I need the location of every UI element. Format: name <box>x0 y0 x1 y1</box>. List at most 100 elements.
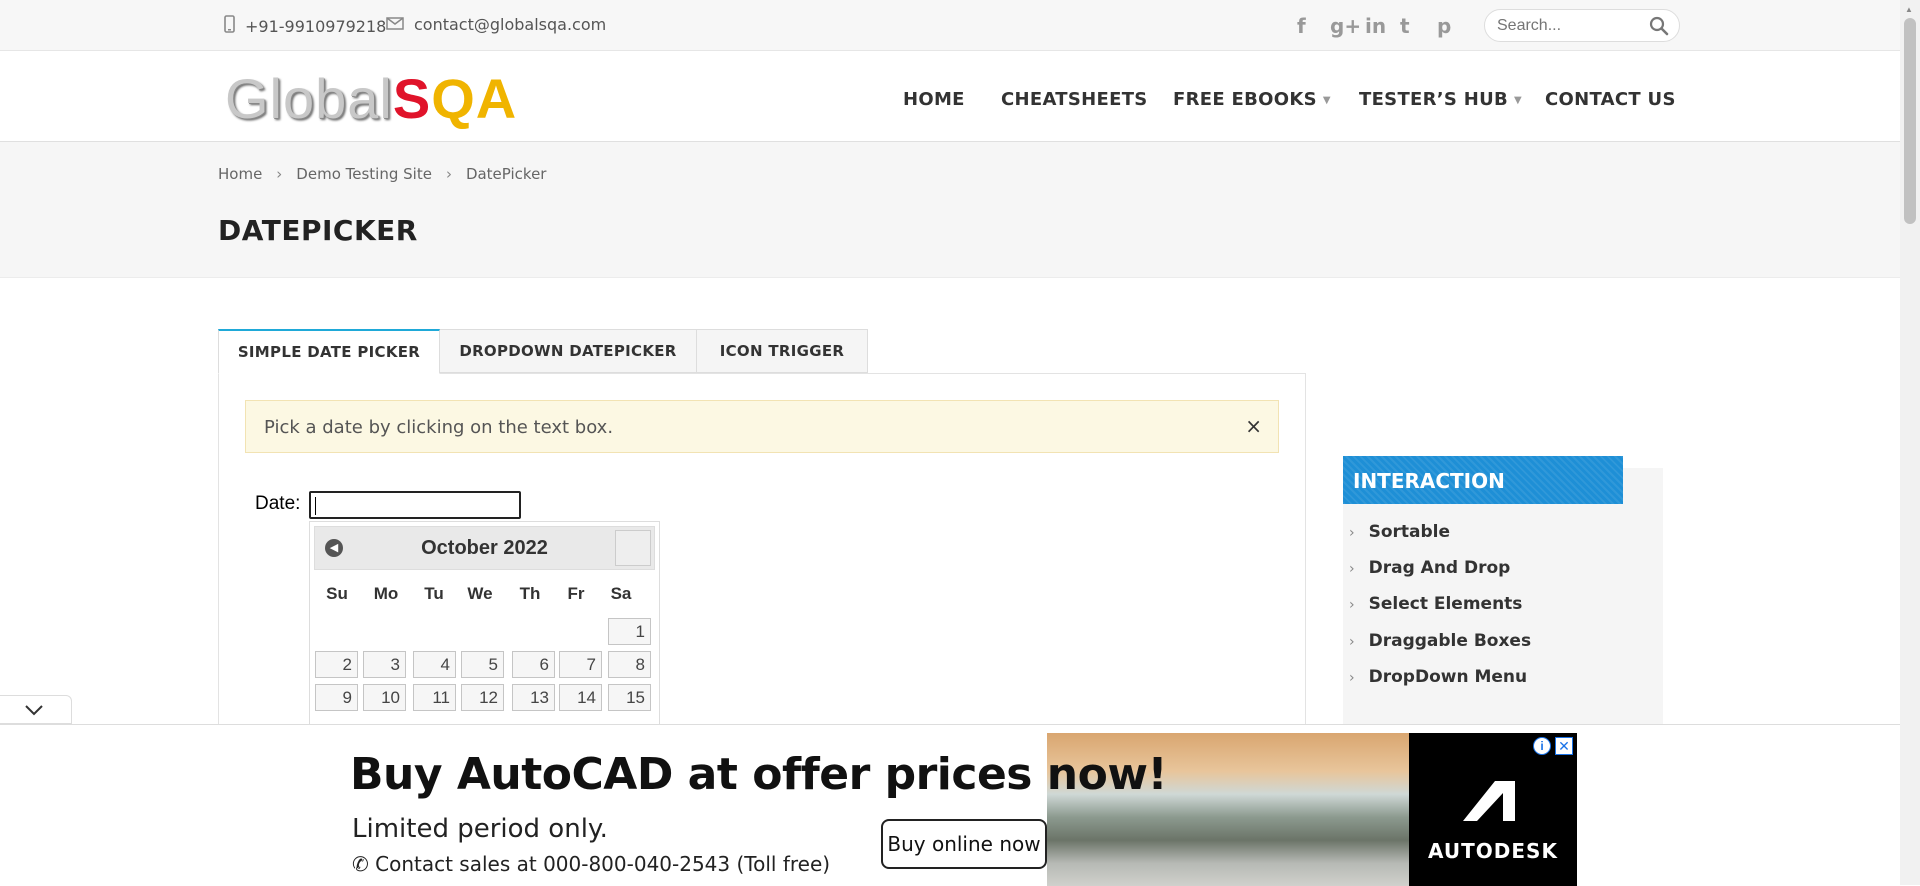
chevron-right-icon: › <box>1349 561 1355 577</box>
datepicker-calendar: ◀ October 2022 Su Mo Tu We Th Fr Sa 1 2 … <box>309 521 660 741</box>
calendar-month-title: October 2022 <box>421 537 548 559</box>
sidebar-item-dropdown-menu[interactable]: › DropDown Menu <box>1349 667 1527 687</box>
weekday-header: Tu <box>424 584 444 603</box>
alert-message: Pick a date by clicking on the text box. <box>264 417 614 438</box>
calendar-day[interactable]: 4 <box>413 651 456 678</box>
chevron-down-icon: ▼ <box>1322 94 1331 106</box>
autodesk-mark-icon <box>1463 781 1515 821</box>
facebook-icon[interactable]: f <box>1297 14 1306 38</box>
ad-bar: Buy AutoCAD at offer prices now! Limited… <box>0 724 1900 886</box>
calendar-day[interactable]: 12 <box>461 684 504 711</box>
close-icon[interactable]: × <box>1245 414 1262 438</box>
site-logo[interactable]: GlobalSQA <box>225 69 517 129</box>
calendar-day[interactable]: 11 <box>413 684 456 711</box>
sidebar-item-label: Select Elements <box>1368 594 1523 614</box>
sidebar-item-label: DropDown Menu <box>1368 667 1528 687</box>
date-input[interactable] <box>309 491 521 519</box>
tab-simple-date-picker[interactable]: SIMPLE DATE PICKER <box>218 329 440 374</box>
calendar-day[interactable]: 2 <box>315 651 358 678</box>
calendar-day[interactable]: 8 <box>608 651 651 678</box>
weekday-header: Sa <box>610 584 632 603</box>
breadcrumb-demo-testing-site[interactable]: Demo Testing Site <box>296 165 432 183</box>
tab-icon-trigger[interactable]: ICON TRIGGER <box>696 329 868 373</box>
linkedin-icon[interactable]: in <box>1365 14 1386 38</box>
sidebar-item-drag-and-drop[interactable]: › Drag And Drop <box>1349 558 1510 578</box>
email-address[interactable]: contact@globalsqa.com <box>414 15 606 34</box>
pinterest-icon[interactable]: p <box>1437 14 1451 38</box>
chevron-down-icon <box>25 705 43 716</box>
breadcrumb: Home › Demo Testing Site › DatePicker <box>218 165 546 183</box>
logo-text-global: Global <box>225 67 393 130</box>
nav-contact-us-label: CONTACT US <box>1545 89 1676 110</box>
top-bar: +91-9910979218 contact@globalsqa.com f g… <box>0 0 1900 51</box>
calendar-day[interactable]: 14 <box>559 684 602 711</box>
calendar-header: ◀ October 2022 <box>314 526 655 570</box>
ad-banner[interactable]: Buy AutoCAD at offer prices now! Limited… <box>322 733 1577 886</box>
calendar-day[interactable]: 10 <box>363 684 406 711</box>
sidebar-item-draggable-boxes[interactable]: › Draggable Boxes <box>1349 631 1531 651</box>
calendar-day[interactable]: 7 <box>559 651 602 678</box>
calendar-day[interactable]: 13 <box>512 684 555 711</box>
sidebar-item-select-elements[interactable]: › Select Elements <box>1349 594 1522 614</box>
autodesk-wordmark: AUTODESK <box>1428 839 1558 863</box>
logo-text-qa: QA <box>431 67 518 130</box>
nav-cheatsheets-label: CHEATSHEETS <box>1001 89 1148 110</box>
phone-contact: +91-9910979218 <box>224 15 386 37</box>
ad-headline: Buy AutoCAD at offer prices now! <box>350 749 1168 800</box>
next-month-button[interactable] <box>615 530 651 566</box>
search-input[interactable] <box>1495 16 1649 36</box>
ad-contact-text: Contact sales at 000-800-040-2543 (Toll … <box>375 852 831 876</box>
chevron-down-icon: ▼ <box>1514 94 1523 106</box>
scroll-up-arrow-icon[interactable]: ▲ <box>1905 5 1913 14</box>
sidebar-item-label: Draggable Boxes <box>1368 631 1532 651</box>
text-cursor <box>315 497 316 515</box>
chevron-right-icon: › <box>1349 525 1355 541</box>
calendar-day[interactable]: 5 <box>461 651 504 678</box>
site-header: GlobalSQA HOME CHEATSHEETS FREE EBOOKS ▼ … <box>0 51 1900 142</box>
calendar-day[interactable]: 1 <box>608 618 651 645</box>
info-alert: Pick a date by clicking on the text box.… <box>245 400 1279 453</box>
ad-cta-button[interactable]: Buy online now <box>881 819 1047 869</box>
chevron-right-icon: › <box>1349 634 1355 650</box>
page-title-bar: Home › Demo Testing Site › DatePicker DATEPI… <box>0 142 1900 278</box>
ad-collapse-button[interactable] <box>0 695 72 724</box>
search-box <box>1484 9 1680 42</box>
nav-free-ebooks[interactable]: FREE EBOOKS ▼ <box>1173 89 1331 110</box>
ad-close-icon[interactable]: ✕ <box>1555 737 1573 755</box>
ad-info-icon[interactable]: i <box>1533 737 1551 755</box>
ad-subtitle: Limited period only. <box>352 814 608 844</box>
nav-cheatsheets[interactable]: CHEATSHEETS <box>1001 89 1148 110</box>
breadcrumb-separator-icon: › <box>445 165 452 183</box>
page-scrollbar[interactable]: ▲ <box>1900 0 1920 885</box>
sidebar-item-label: Drag And Drop <box>1368 558 1511 578</box>
ad-contact: ✆ Contact sales at 000-800-040-2543 (Tol… <box>352 852 830 876</box>
phone-number: +91-9910979218 <box>245 16 387 36</box>
breadcrumb-current: DatePicker <box>465 165 547 183</box>
email-contact[interactable]: contact@globalsqa.com <box>386 15 606 34</box>
calendar-day[interactable]: 3 <box>363 651 406 678</box>
logo-text-s: S <box>392 67 432 130</box>
calendar-day[interactable]: 15 <box>608 684 651 711</box>
calendar-day[interactable]: 9 <box>315 684 358 711</box>
sidebar-item-label: Sortable <box>1368 522 1451 542</box>
breadcrumb-home[interactable]: Home <box>218 165 262 183</box>
date-label: Date: <box>255 493 301 514</box>
chevron-right-icon: › <box>1349 670 1355 686</box>
nav-testers-hub[interactable]: TESTER’S HUB ▼ <box>1359 89 1522 110</box>
google-plus-icon[interactable]: g+ <box>1330 14 1361 38</box>
weekday-header: Mo <box>373 584 399 603</box>
nav-testers-hub-label: TESTER’S HUB <box>1359 89 1509 110</box>
scrollbar-thumb[interactable] <box>1904 18 1916 224</box>
nav-contact-us[interactable]: CONTACT US <box>1545 89 1676 110</box>
weekday-header: Su <box>326 584 348 603</box>
sidebar-item-sortable[interactable]: › Sortable <box>1349 522 1450 542</box>
phone-icon: ✆ <box>352 852 369 876</box>
weekday-header: Fr <box>567 584 585 603</box>
nav-home[interactable]: HOME <box>903 89 965 110</box>
autodesk-logo: AUTODESK <box>1409 733 1577 886</box>
mail-icon <box>386 15 404 34</box>
calendar-day[interactable]: 6 <box>512 651 555 678</box>
tab-dropdown-datepicker[interactable]: DROPDOWN DATEPICKER <box>439 329 697 373</box>
search-icon[interactable] <box>1649 16 1669 41</box>
twitter-icon[interactable]: t <box>1400 14 1410 38</box>
